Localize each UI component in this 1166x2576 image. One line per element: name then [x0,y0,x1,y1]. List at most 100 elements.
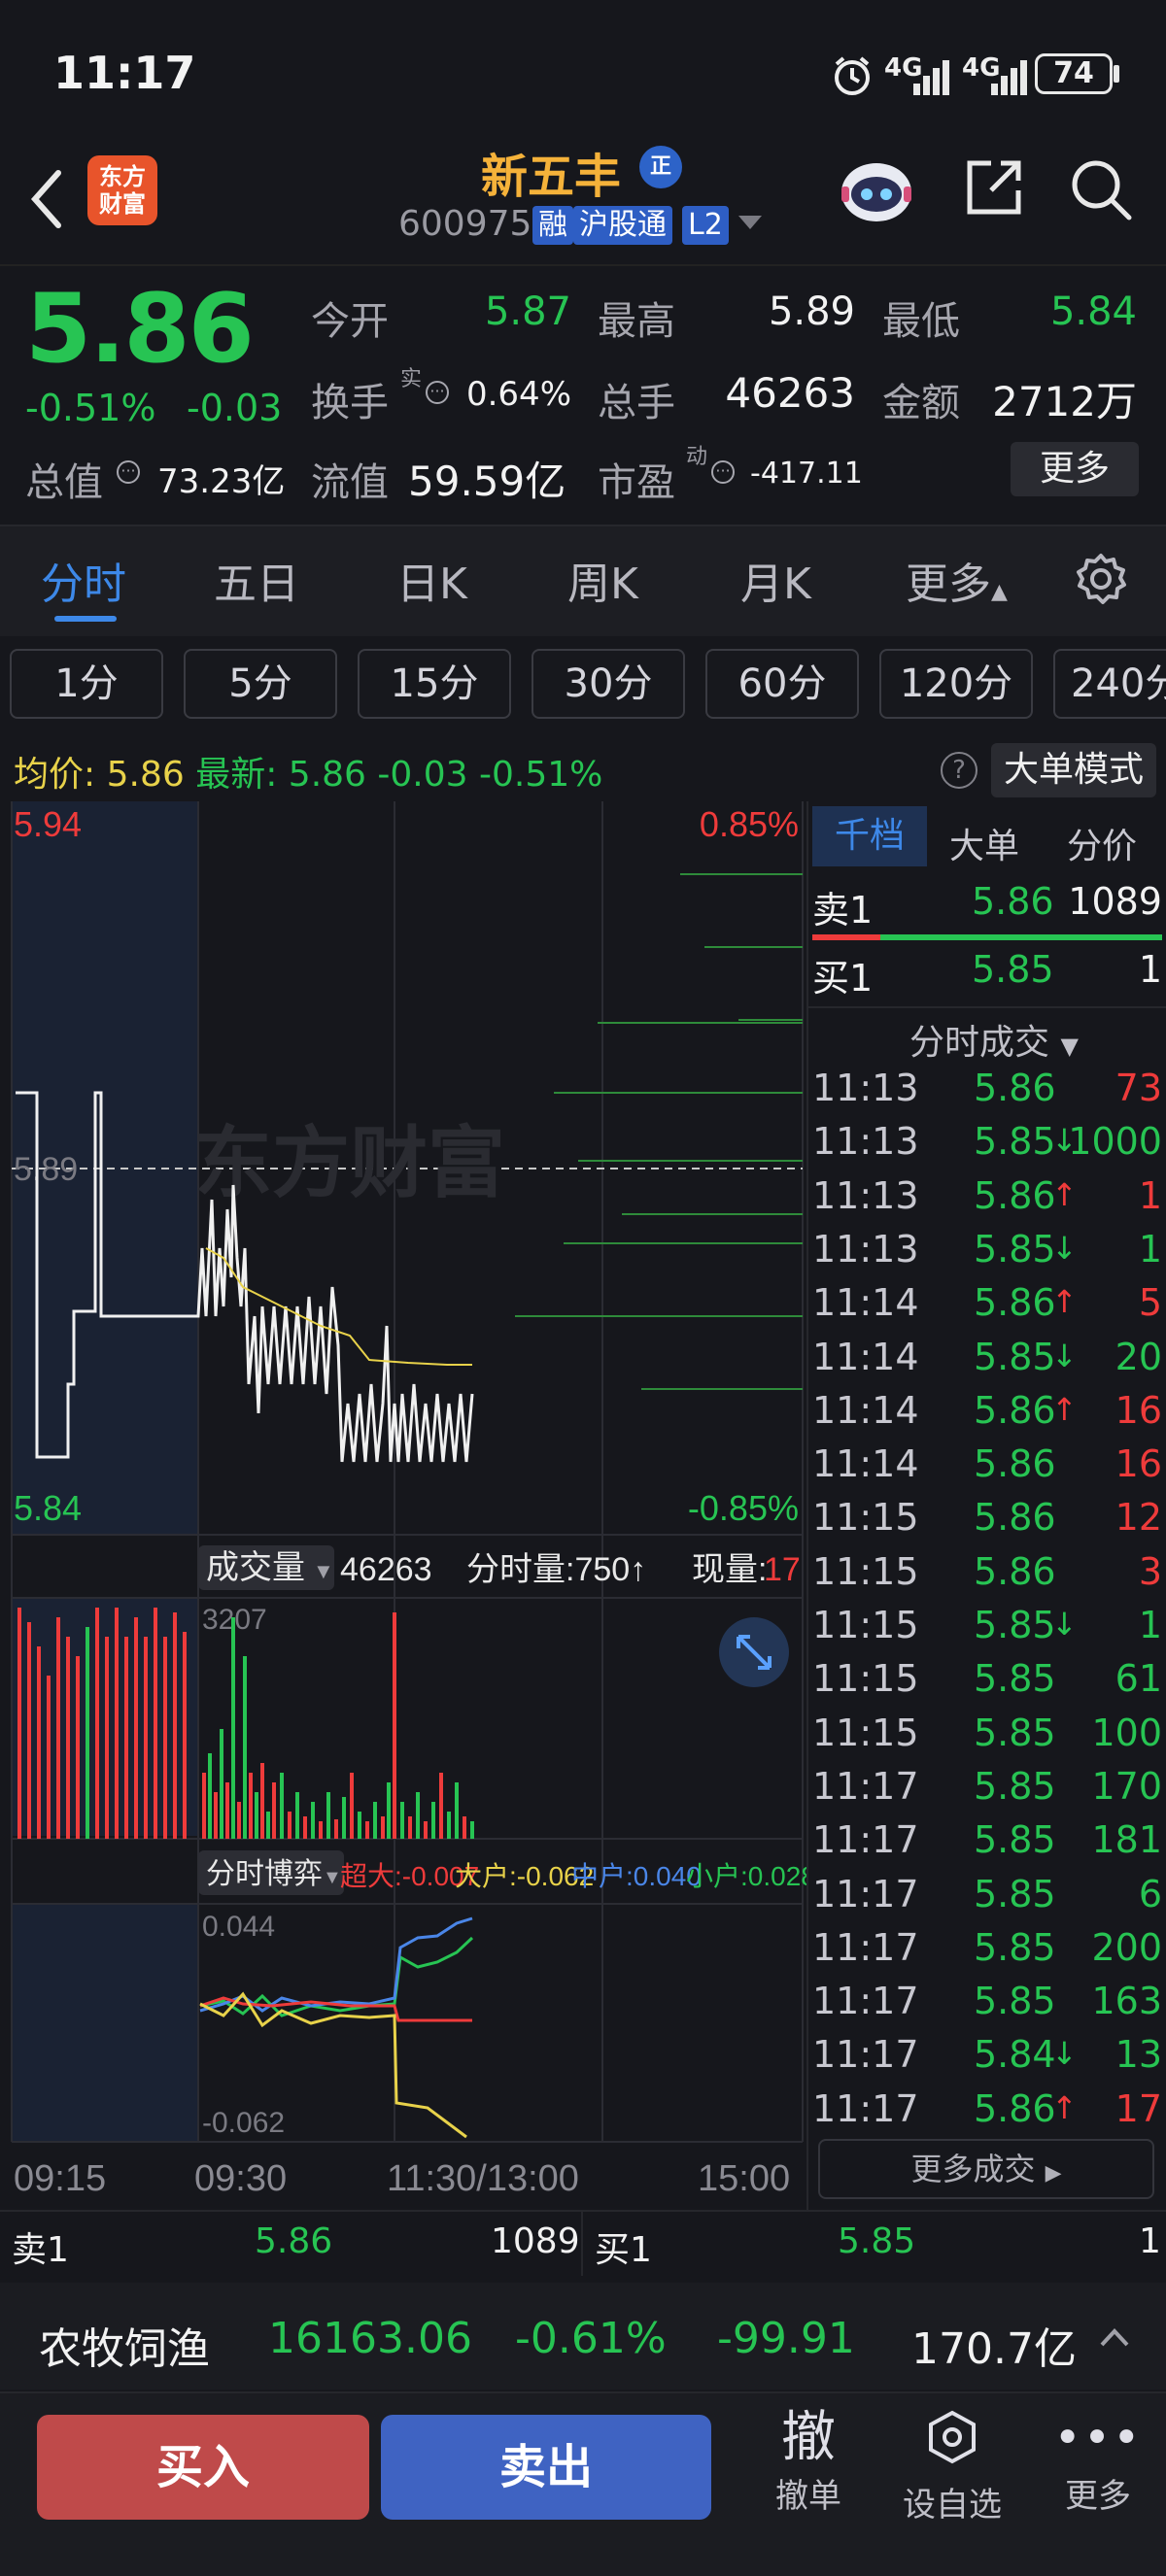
buy-button[interactable]: 买入 [37,2415,369,2520]
trade-price: 5.85 [974,1764,1056,1808]
sell1-row[interactable]: 卖1 5.86 1089 [812,880,1162,934]
signal-icon-2 [991,56,1040,95]
trade-volume: 163 [1091,1980,1162,2023]
back-arrow-icon[interactable] [27,165,66,233]
more-actions-button[interactable]: ••• 更多 [1049,2407,1147,2517]
more-quote-button[interactable]: 更多 [1011,442,1139,496]
period-60min[interactable]: 60分 [705,649,859,719]
period-5min[interactable]: 5分 [184,649,337,719]
amount-label: 金额 [882,381,960,425]
tab-five-day[interactable]: 五日 [214,549,299,611]
trade-volume: 6 [1138,1872,1162,1915]
app-logo[interactable]: 东方 财富 [87,155,157,225]
turnover-sup: 实 [400,367,423,391]
robot-assistant-icon[interactable] [838,153,915,225]
trade-price: 5.86 [974,1067,1056,1109]
trade-price: 5.85 [974,1980,1056,2023]
signal-icon-1 [913,56,962,95]
trade-time: 11:14 [812,1442,919,1486]
level2-tag: L2 [682,206,729,245]
trade-price: 5.86 [974,1496,1056,1540]
trade-row: 11:15 5.85 ↓ 1 [812,1604,1162,1657]
period-1min[interactable]: 1分 [10,649,163,719]
trade-row: 11:15 5.86 12 [812,1496,1162,1549]
add-watchlist-button[interactable]: 设自选 [894,2407,1011,2525]
flow-mid: 中户:0.040 [571,1861,702,1891]
info-icon[interactable]: ··· [426,381,449,404]
price-mid-label: 5.89 [14,1151,78,1188]
pct-min-label: -0.85% [688,1488,799,1528]
help-icon[interactable]: ? [941,752,977,789]
info-icon[interactable]: ··· [117,460,140,484]
trade-price: 5.85 [974,1711,1056,1754]
tab-monthly-k[interactable]: 月K [740,549,811,611]
pe-value: -417.11 [750,457,863,491]
divider [808,1006,1166,1008]
chevron-up-icon[interactable] [1098,2325,1131,2349]
trade-price: 5.85 [974,1604,1056,1646]
buy1-row[interactable]: 买1 5.85 1 [812,948,1162,1002]
trade-volume: 1 [1138,1227,1162,1271]
trade-volume: 3 [1138,1549,1162,1593]
trade-time: 11:17 [812,1980,919,2023]
stock-name[interactable]: 新五丰 [481,138,621,206]
watermark: 东方财富 [194,1120,505,1206]
flow-small: 小户:0.028 [686,1861,806,1891]
bid-ask-bar: 卖1 5.86 1089 买1 5.85 1 [0,2210,1166,2276]
avg-row: 均价: 5.86 最新: 5.86 -0.03 -0.51% [14,746,602,797]
trade-time: 11:14 [812,1388,919,1432]
info-icon[interactable]: ··· [711,460,735,484]
tab-daily-k[interactable]: 日K [396,549,467,611]
bottom-sell-price: 5.86 [255,2221,333,2261]
more-dots-icon: ••• [1053,2411,1143,2465]
tab-depth[interactable]: 千档 [812,806,927,866]
sector-change: -99.91 [717,2314,855,2363]
trade-row: 11:15 5.85 100 [812,1712,1162,1765]
more-trades-button[interactable]: 更多成交 ▶ [818,2139,1154,2199]
tab-more[interactable]: 更多▲ [906,549,1008,611]
trade-time: 11:17 [812,1925,919,1969]
tab-big-orders[interactable]: 大单 [949,818,1019,868]
sell-button[interactable]: 卖出 [381,2415,711,2520]
trade-time: 11:15 [812,1549,919,1593]
trade-volume: 170 [1091,1764,1162,1808]
price-min-label: 5.84 [14,1488,82,1528]
big-order-mode-button[interactable]: 大单模式 [991,743,1156,797]
trades-dropdown-icon: ▼ [1060,1033,1079,1060]
trade-time: 11:17 [812,1818,919,1862]
trades-title[interactable]: 分时成交 ▼ [909,1014,1079,1065]
trade-row: 11:15 5.86 3 [812,1550,1162,1604]
tag-dropdown-icon[interactable] [738,216,762,229]
trade-direction-icon: ↓ [1051,1606,1078,1643]
flow-tab[interactable]: 分时博弈 [206,1858,323,1890]
trade-time: 11:13 [812,1173,919,1217]
tab-price-dist[interactable]: 分价 [1067,818,1137,868]
gear-icon[interactable] [1074,552,1128,606]
search-icon[interactable] [1069,157,1133,221]
high-label: 最高 [598,299,675,344]
change-percent: -0.51% [25,387,156,429]
period-120min[interactable]: 120分 [879,649,1033,719]
period-30min[interactable]: 30分 [532,649,685,719]
avg-label: 均价: [14,755,96,795]
tab-intraday[interactable]: 分时 [41,549,126,611]
volume-tab[interactable]: 成交量 [206,1549,305,1586]
time-label-930: 09:30 [194,2158,287,2199]
latest-pct: -0.51% [479,755,603,795]
change-amount: -0.03 [187,387,283,429]
trade-time: 11:14 [812,1335,919,1378]
period-240min[interactable]: 240分 [1053,649,1166,719]
share-icon[interactable] [962,155,1026,220]
trade-volume: 5 [1138,1281,1162,1325]
sell1-volume: 1089 [1068,880,1162,923]
tab-weekly-k[interactable]: 周K [567,549,638,611]
sector-index-bar[interactable]: 农牧饲渔 16163.06 -0.61% -99.91 170.7亿 [0,2283,1166,2390]
bottom-sell-volume: 1089 [491,2221,580,2261]
intraday-chart[interactable]: 东方财富 5.94 0.85% 5.89 5.84 -0.85% 成交量 ▼ 4… [0,801,806,2210]
open-label: 今开 [311,299,389,344]
volume-now: 17 [764,1551,801,1588]
cancel-order-button[interactable]: 撤 撤单 [760,2407,857,2517]
buy1-price: 5.85 [972,948,1054,991]
period-15min[interactable]: 15分 [358,649,511,719]
trade-row: 11:13 5.86 73 [812,1067,1162,1120]
